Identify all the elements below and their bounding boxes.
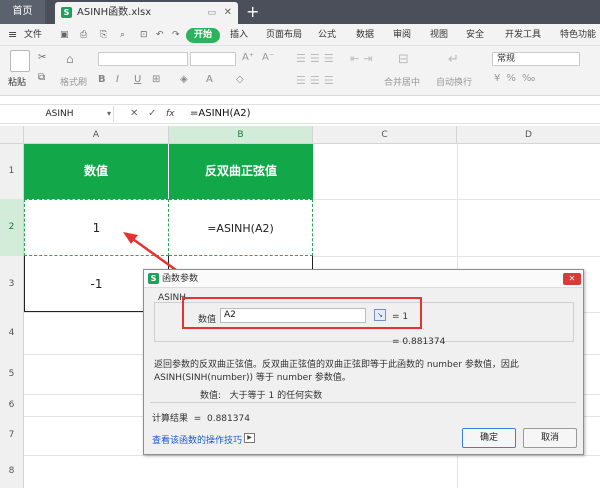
argument-label: 数值 bbox=[198, 315, 217, 325]
function-arguments-dialog: S 函数参数 ✕ ASINH 数值 A2 ↘ = 1 = 0.881374 返回… bbox=[143, 269, 584, 455]
cancel-button[interactable]: 取消 bbox=[523, 428, 577, 448]
dialog-divider bbox=[150, 402, 576, 403]
dialog-title-bar: S 函数参数 ✕ bbox=[144, 270, 583, 288]
help-link[interactable]: 查看该函数的操作技巧 bbox=[152, 433, 242, 446]
dialog-close-icon[interactable]: ✕ bbox=[563, 273, 581, 285]
app-icon: S bbox=[148, 273, 159, 284]
video-icon[interactable]: ▶ bbox=[244, 433, 255, 443]
argument-input[interactable]: A2 bbox=[220, 308, 366, 323]
ok-button[interactable]: 确定 bbox=[462, 428, 516, 448]
calculation-result: 计算结果 = 0.881374 bbox=[152, 414, 250, 424]
function-result: = 0.881374 bbox=[392, 337, 446, 347]
function-description-line-1: 返回参数的反双曲正弦值。反双曲正弦值的双曲正弦即等于此函数的 number 参数… bbox=[154, 360, 519, 370]
collapse-dialog-icon[interactable]: ↘ bbox=[374, 309, 386, 321]
function-description-line-2: ASINH(SINH(number)) 等于 number 参数值。 bbox=[154, 373, 351, 383]
dialog-title: 函数参数 bbox=[162, 274, 199, 284]
argument-result: = 1 bbox=[392, 312, 409, 322]
parameter-description: 数值: 大于等于 1 的任何实数 bbox=[200, 391, 323, 401]
